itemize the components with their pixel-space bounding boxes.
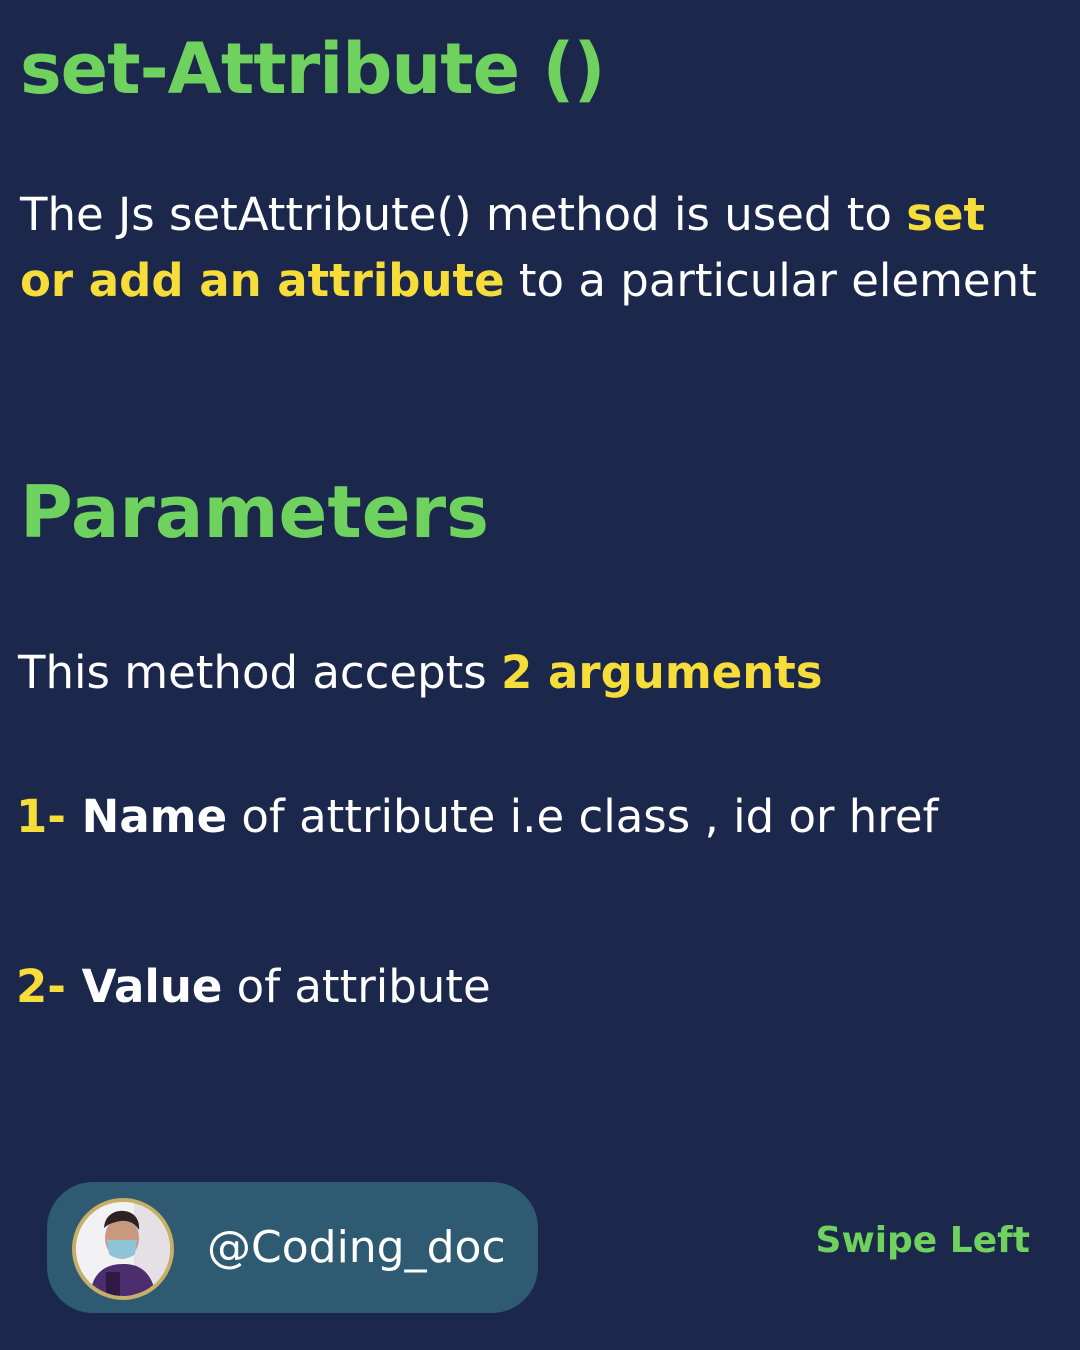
intro-text-start: The Js setAttribute() method is used to <box>20 188 907 241</box>
argument-description: of attribute <box>222 960 491 1013</box>
avatar-person-icon <box>76 1202 170 1296</box>
argument-item-name: 1- Name of attribute i.e class , id or h… <box>16 790 938 843</box>
account-handle: @Coding_doc <box>207 1222 506 1273</box>
swipe-left-hint: Swipe Left <box>815 1220 1030 1261</box>
parameters-heading: Parameters <box>20 470 489 554</box>
intro-paragraph: The Js setAttribute() method is used to … <box>20 182 1040 314</box>
argument-term: Name <box>81 790 228 843</box>
intro-text-end: to a particular element <box>504 254 1037 307</box>
accepts-highlight: 2 arguments <box>501 646 823 699</box>
argument-term: Value <box>81 960 223 1013</box>
page-title: set-Attribute () <box>20 28 606 110</box>
profile-badge[interactable]: @Coding_doc <box>47 1182 538 1313</box>
accepts-line: This method accepts 2 arguments <box>18 646 823 699</box>
avatar <box>72 1198 174 1300</box>
argument-number: 2- <box>16 960 82 1013</box>
accepts-prefix: This method accepts <box>18 646 502 699</box>
argument-description: of attribute i.e class , id or href <box>227 790 939 843</box>
argument-item-value: 2- Value of attribute <box>16 960 491 1013</box>
argument-number: 1- <box>16 790 82 843</box>
